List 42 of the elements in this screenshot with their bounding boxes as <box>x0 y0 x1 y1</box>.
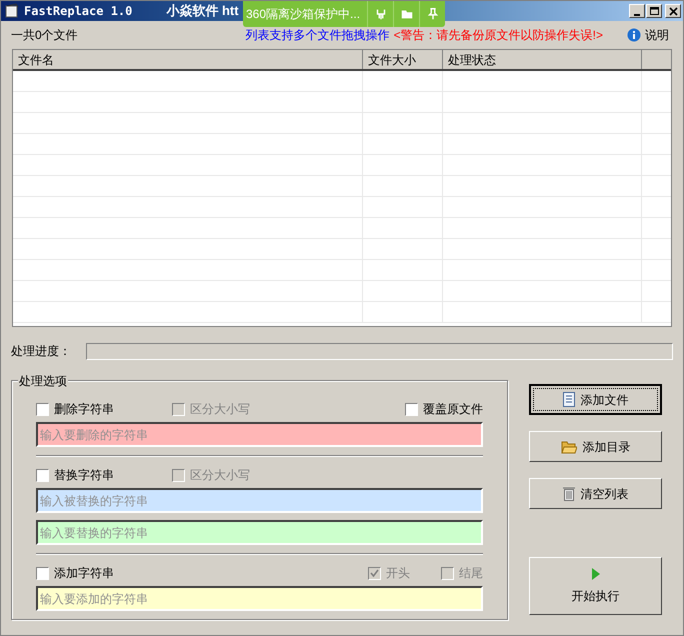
window-subtitle: 小焱软件 htt <box>166 2 239 20</box>
folder-icon <box>560 440 576 454</box>
checkbox: 区分大小写 <box>172 400 250 418</box>
file-count: 一共0个文件 <box>11 27 78 44</box>
action-button[interactable]: 清空列表 <box>529 478 662 509</box>
checkbox[interactable]: 删除字符串 <box>36 400 114 418</box>
maximize-icon <box>648 4 660 18</box>
checkbox[interactable]: 覆盖原文件 <box>405 400 483 418</box>
pin-icon <box>426 7 440 21</box>
play-icon <box>590 567 600 581</box>
group-title: 处理选项 <box>18 372 68 390</box>
checkbox[interactable]: 替换字符串 <box>36 466 114 484</box>
minimize-icon <box>634 14 640 16</box>
hint-text: 列表支持多个文件拖拽操作 <box>246 27 390 44</box>
close-button[interactable] <box>665 4 681 18</box>
action-button[interactable]: 添加文件 <box>529 384 662 415</box>
help-link[interactable]: 说明 <box>627 26 669 44</box>
window-title: FastReplace 1.0 <box>24 3 132 20</box>
warning-text: <警告：请先备份原文件以防操作失误!> <box>394 27 603 44</box>
document-icon <box>562 392 574 407</box>
checkbox: 区分大小写 <box>172 466 250 484</box>
trash-icon <box>562 486 574 501</box>
minimize-button[interactable] <box>629 4 645 18</box>
action-button[interactable]: 开始执行 <box>529 557 662 615</box>
app-icon <box>4 3 20 19</box>
text-input-field[interactable]: 输入要添加的字符串 <box>36 586 483 611</box>
check-icon <box>370 568 379 578</box>
info-icon <box>627 28 641 42</box>
text-input-field[interactable]: 输入要替换的字符串 <box>36 520 483 545</box>
text-input-field[interactable]: 输入被替换的字符串 <box>36 488 483 513</box>
checkbox: 开头 <box>368 564 410 582</box>
text-input-field[interactable]: 输入要删除的字符串 <box>36 422 483 447</box>
progress-label: 处理进度： <box>11 343 72 360</box>
column-header[interactable]: 处理状态 <box>443 50 642 69</box>
column-header[interactable]: 文件大小 <box>363 50 443 69</box>
action-button[interactable]: 添加目录 <box>529 431 662 462</box>
checkbox: 结尾 <box>441 564 483 582</box>
sandbox-status-text: 360隔离沙箱保护中... <box>245 6 362 23</box>
maximize-button[interactable] <box>646 4 662 18</box>
close-icon <box>666 4 680 18</box>
column-header[interactable]: 文件名 <box>13 50 363 69</box>
checkbox[interactable]: 添加字符串 <box>36 564 114 582</box>
